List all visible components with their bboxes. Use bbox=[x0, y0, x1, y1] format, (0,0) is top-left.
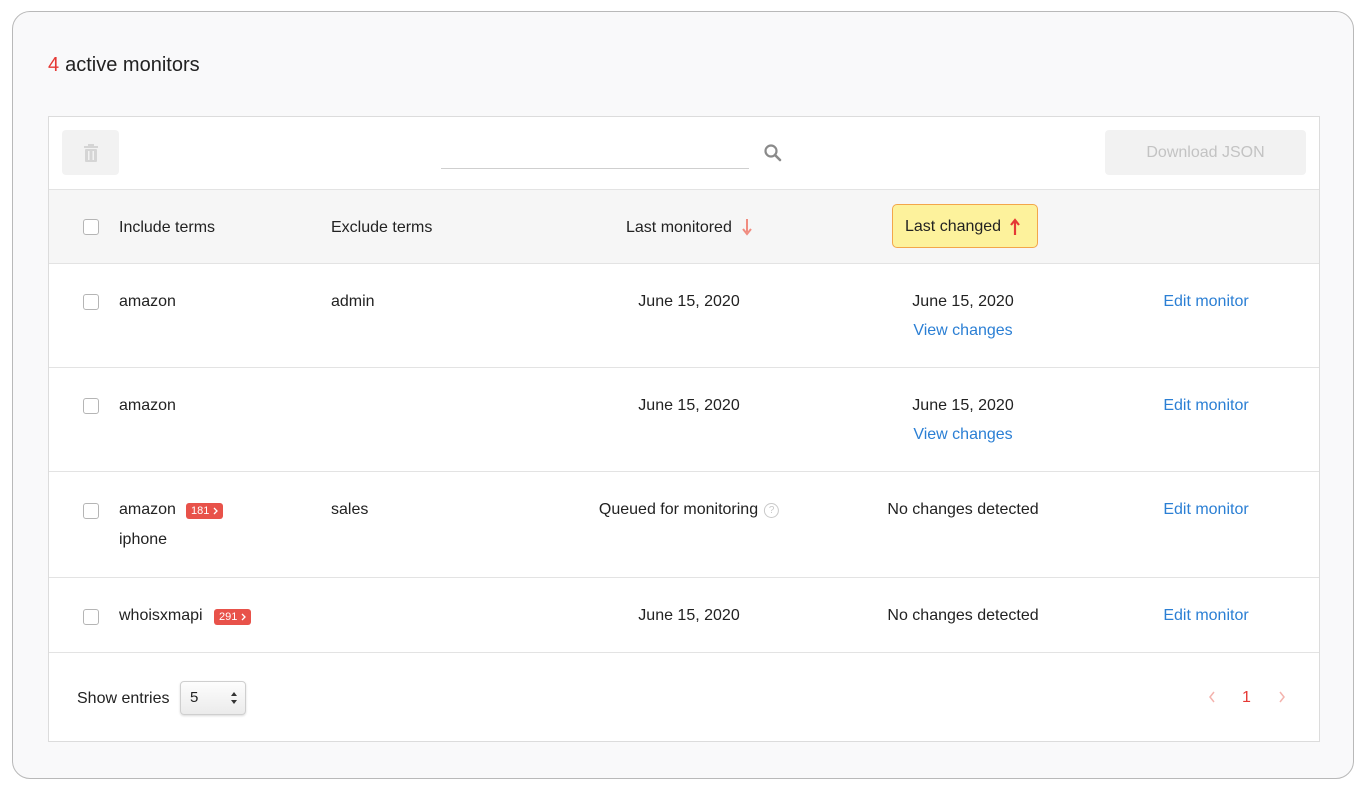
chevron-left-icon[interactable] bbox=[1207, 689, 1217, 705]
exclude-term: sales bbox=[331, 501, 369, 518]
match-count: 291 bbox=[219, 611, 238, 623]
last-changed-value: June 15, 2020 bbox=[912, 293, 1014, 310]
last-changed-label: Last changed bbox=[905, 218, 1002, 235]
edit-monitor-link[interactable]: Edit monitor bbox=[1163, 397, 1248, 415]
select-all-checkbox[interactable] bbox=[83, 219, 99, 235]
download-json-button[interactable]: Download JSON bbox=[1105, 130, 1306, 175]
monitors-table-panel: Download JSON Include terms Exclude term… bbox=[48, 116, 1320, 742]
include-term: amazon bbox=[119, 397, 176, 414]
edit-monitor-link[interactable]: Edit monitor bbox=[1163, 293, 1248, 311]
table-row: amazon admin June 15, 2020 June 15, 2020… bbox=[49, 264, 1319, 368]
active-monitors-label: active monitors bbox=[65, 54, 200, 76]
entries-value: 5 bbox=[190, 689, 199, 706]
table-header: Include terms Exclude terms Last monitor… bbox=[49, 189, 1319, 264]
entries-per-page-select[interactable]: 5 bbox=[180, 681, 246, 715]
edit-monitor-link[interactable]: Edit monitor bbox=[1163, 501, 1248, 519]
last-monitored-value: June 15, 2020 bbox=[638, 293, 740, 310]
table-row: amazon 181 iphone sales Queued for monit… bbox=[49, 472, 1319, 578]
active-monitor-count: 4 bbox=[48, 54, 60, 76]
include-term-secondary: iphone bbox=[119, 531, 168, 548]
exclude-term: admin bbox=[331, 293, 375, 310]
chevron-right-icon bbox=[241, 613, 247, 621]
trash-icon bbox=[83, 143, 98, 162]
search-icon[interactable] bbox=[763, 143, 783, 163]
column-header-last-changed[interactable]: Last changed bbox=[892, 204, 1038, 248]
last-changed-value: June 15, 2020 bbox=[912, 397, 1014, 414]
column-header-last-monitored[interactable]: Last monitored bbox=[626, 219, 732, 237]
delete-button[interactable] bbox=[62, 130, 119, 175]
match-count-badge[interactable]: 181 bbox=[186, 503, 224, 519]
last-changed-value: No changes detected bbox=[887, 607, 1039, 624]
sort-up-arrow-icon bbox=[1010, 218, 1020, 235]
include-term: whoisxmapi bbox=[119, 607, 203, 624]
queued-status: Queued for monitoring bbox=[598, 501, 759, 518]
question-icon[interactable]: ? bbox=[764, 503, 780, 518]
sort-down-arrow-icon[interactable] bbox=[741, 217, 753, 237]
table-toolbar: Download JSON bbox=[49, 117, 1319, 189]
row-checkbox[interactable] bbox=[83, 294, 99, 310]
match-count-badge[interactable]: 291 bbox=[214, 609, 252, 625]
show-entries-label: Show entries bbox=[77, 690, 170, 707]
edit-monitor-link[interactable]: Edit monitor bbox=[1163, 607, 1248, 625]
last-monitored-value: June 15, 2020 bbox=[638, 607, 740, 624]
row-checkbox[interactable] bbox=[83, 609, 99, 625]
chevron-right-icon bbox=[213, 507, 219, 515]
view-changes-link[interactable]: View changes bbox=[913, 322, 1012, 340]
row-checkbox[interactable] bbox=[83, 503, 99, 519]
column-header-exclude-terms[interactable]: Exclude terms bbox=[331, 219, 432, 237]
last-changed-value: No changes detected bbox=[887, 501, 1039, 518]
last-monitored-value: Queued for monitoring? bbox=[598, 501, 780, 519]
search-input[interactable] bbox=[441, 133, 749, 169]
table-footer: Show entries 5 1 bbox=[49, 653, 1319, 741]
table-row: amazon June 15, 2020 June 15, 2020 View … bbox=[49, 368, 1319, 472]
chevron-right-icon[interactable] bbox=[1277, 689, 1287, 705]
current-page-number[interactable]: 1 bbox=[1242, 689, 1251, 707]
column-header-include-terms[interactable]: Include terms bbox=[119, 219, 215, 237]
last-monitored-value: June 15, 2020 bbox=[638, 397, 740, 414]
table-row: whoisxmapi 291 June 15, 2020 No changes … bbox=[49, 578, 1319, 653]
match-count: 181 bbox=[191, 505, 210, 517]
page-title: 4 active monitors bbox=[48, 54, 200, 77]
include-term: amazon bbox=[119, 501, 176, 518]
view-changes-link[interactable]: View changes bbox=[913, 426, 1012, 444]
include-term: amazon bbox=[119, 293, 176, 310]
select-arrows-icon bbox=[231, 692, 237, 704]
row-checkbox[interactable] bbox=[83, 398, 99, 414]
monitors-card: 4 active monitors Download JSON Include … bbox=[12, 11, 1354, 779]
